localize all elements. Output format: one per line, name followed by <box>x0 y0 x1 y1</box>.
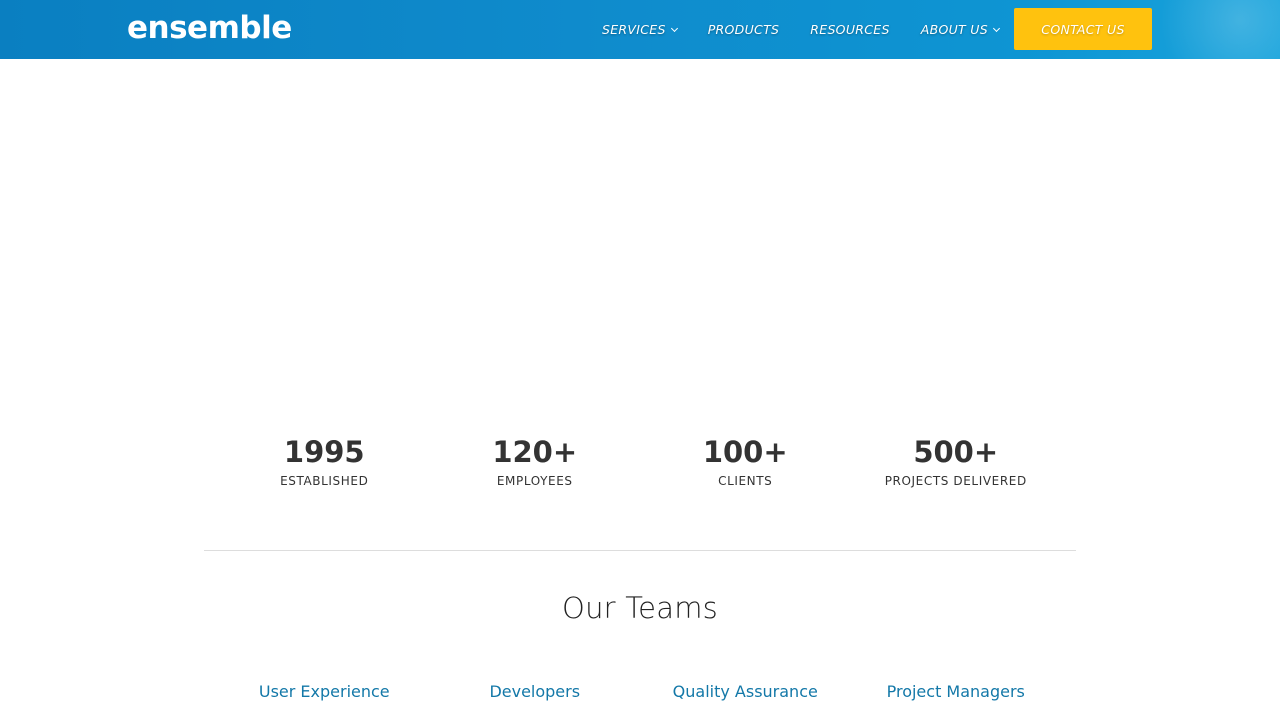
site-header: ensemble SERVICES PRODUCTS RESOURCES ABO… <box>0 0 1280 59</box>
stat-label: ESTABLISHED <box>280 474 369 488</box>
chevron-down-icon <box>670 24 678 32</box>
team-link-user-experience[interactable]: User Experience <box>259 682 390 701</box>
stat-label: PROJECTS DELIVERED <box>884 474 1027 488</box>
team-link-developers[interactable]: Developers <box>489 682 580 701</box>
stat-value: 100+ <box>702 435 788 469</box>
stat-established: 1995 ESTABLISHED <box>219 432 430 489</box>
team-item: Project Managers <box>851 680 1062 704</box>
nav-item-products[interactable]: PRODUCTS <box>708 0 780 59</box>
team-item: User Experience <box>219 680 430 704</box>
nav-item-services[interactable]: SERVICES <box>602 0 678 59</box>
nav-item-label: SERVICES <box>602 22 666 37</box>
chevron-down-icon <box>992 24 1000 32</box>
nav-item-about-us[interactable]: ABOUT US <box>920 0 1000 59</box>
nav-item-label: RESOURCES <box>810 22 890 37</box>
stat-projects-delivered: 500+ PROJECTS DELIVERED <box>851 432 1062 489</box>
team-item: Developers <box>430 680 641 704</box>
team-item: Quality Assurance <box>640 680 851 704</box>
logo[interactable]: ensemble <box>127 8 292 48</box>
teams-list: User Experience Developers Quality Assur… <box>219 680 1061 704</box>
stat-label: EMPLOYEES <box>496 474 573 488</box>
nav-item-label: ABOUT US <box>920 22 988 37</box>
section-divider <box>204 550 1076 551</box>
stat-employees: 120+ EMPLOYEES <box>430 432 641 489</box>
nav-item-resources[interactable]: RESOURCES <box>810 0 889 59</box>
company-stats: 1995 ESTABLISHED 120+ EMPLOYEES 100+ CLI… <box>219 432 1061 489</box>
stat-value: 1995 <box>283 435 365 469</box>
team-link-project-managers[interactable]: Project Managers <box>887 682 1025 701</box>
stat-label: CLIENTS <box>718 474 773 488</box>
stat-value: 120+ <box>492 435 578 469</box>
stat-value: 500+ <box>913 435 999 469</box>
nav-item-label: PRODUCTS <box>707 22 780 37</box>
team-link-quality-assurance[interactable]: Quality Assurance <box>673 682 818 701</box>
main-nav: SERVICES PRODUCTS RESOURCES ABOUT US <box>602 0 1030 59</box>
stat-clients: 100+ CLIENTS <box>640 432 851 489</box>
section-title: Our Teams <box>562 591 718 625</box>
contact-us-button[interactable]: CONTACT US <box>1014 8 1152 50</box>
